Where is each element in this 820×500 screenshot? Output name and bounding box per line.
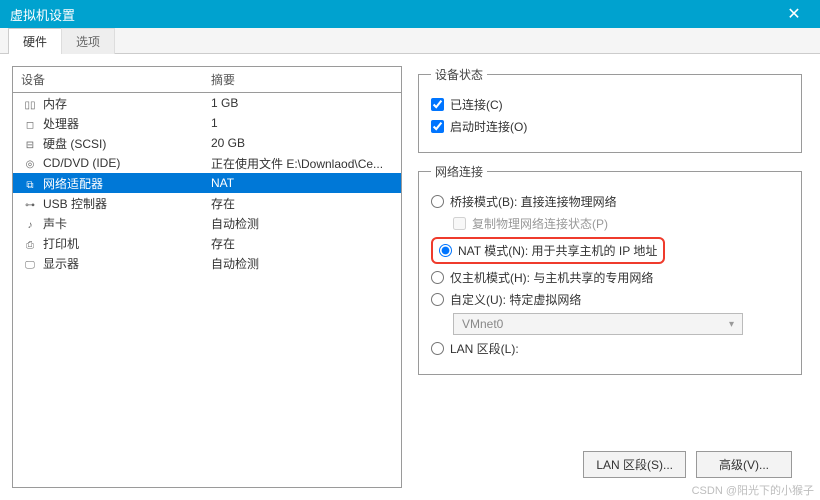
window-title: 虚拟机设置 <box>10 5 75 24</box>
advanced-button[interactable]: 高级(V)... <box>696 451 792 478</box>
network-connection-group: 网络连接 桥接模式(B): 直接连接物理网络 复制物理网络连接状态(P) NAT… <box>418 163 802 375</box>
device-summary: 自动检测 <box>203 251 401 276</box>
usb-icon: ⊶ <box>21 200 39 211</box>
chevron-down-icon: ▾ <box>729 319 734 330</box>
bridged-label: 桥接模式(B): 直接连接物理网络 <box>450 193 617 210</box>
nat-input[interactable] <box>439 244 452 257</box>
connect-at-power-input[interactable] <box>431 120 444 133</box>
device-name: 处理器 <box>43 117 79 131</box>
device-name: 网络适配器 <box>43 177 103 191</box>
lan-segment-label: LAN 区段(L): <box>450 340 519 357</box>
connected-label: 已连接(C) <box>450 96 503 113</box>
tab-options[interactable]: 选项 <box>61 28 115 54</box>
column-device: 设备 <box>13 67 203 92</box>
column-summary: 摘要 <box>203 67 401 92</box>
device-name: USB 控制器 <box>43 197 107 211</box>
disc-icon: ◎ <box>21 159 39 170</box>
close-icon[interactable]: ✕ <box>778 4 810 24</box>
device-name: 打印机 <box>43 237 79 251</box>
device-status-legend: 设备状态 <box>431 66 487 83</box>
lan-segment-radio[interactable]: LAN 区段(L): <box>431 340 789 357</box>
display-icon: 🖵 <box>21 260 39 271</box>
network-connection-legend: 网络连接 <box>431 163 487 180</box>
printer-icon: ⎙ <box>21 240 39 251</box>
network-icon: ⧉ <box>21 180 39 191</box>
sound-icon: ♪ <box>21 220 39 231</box>
replicate-input <box>453 217 466 230</box>
hostonly-input[interactable] <box>431 271 444 284</box>
device-name: CD/DVD (IDE) <box>43 156 120 170</box>
cpu-icon: ◻ <box>21 120 39 131</box>
vmnet-value: VMnet0 <box>462 317 503 331</box>
lan-segment-input[interactable] <box>431 342 444 355</box>
vmnet-select: VMnet0 ▾ <box>453 313 743 335</box>
nat-label: NAT 模式(N): 用于共享主机的 IP 地址 <box>458 242 657 259</box>
device-summary: 1 <box>203 112 401 134</box>
replicate-label: 复制物理网络连接状态(P) <box>472 215 608 232</box>
bridged-radio[interactable]: 桥接模式(B): 直接连接物理网络 <box>431 193 789 210</box>
device-summary: 1 GB <box>203 93 401 114</box>
device-row[interactable]: 🖵 显示器 自动检测 <box>13 253 401 273</box>
device-name: 声卡 <box>43 217 67 231</box>
custom-label: 自定义(U): 特定虚拟网络 <box>450 291 581 308</box>
lan-segments-button[interactable]: LAN 区段(S)... <box>583 451 686 478</box>
device-status-group: 设备状态 已连接(C) 启动时连接(O) <box>418 66 802 153</box>
hostonly-label: 仅主机模式(H): 与主机共享的专用网络 <box>450 269 653 286</box>
disk-icon: ⊟ <box>21 140 39 151</box>
memory-icon: ▯▯ <box>21 100 39 111</box>
device-list: 设备 摘要 ▯▯内存1 GB◻处理器1⊟硬盘 (SCSI)20 GB◎CD/DV… <box>12 66 402 488</box>
watermark: CSDN @阳光下的小猴子 <box>692 482 814 498</box>
custom-radio[interactable]: 自定义(U): 特定虚拟网络 <box>431 291 789 308</box>
device-name: 显示器 <box>43 257 79 271</box>
connected-checkbox[interactable]: 已连接(C) <box>431 96 789 113</box>
connect-at-power-checkbox[interactable]: 启动时连接(O) <box>431 118 789 135</box>
device-name: 硬盘 (SCSI) <box>43 137 106 151</box>
connected-input[interactable] <box>431 98 444 111</box>
custom-input[interactable] <box>431 293 444 306</box>
nat-highlight: NAT 模式(N): 用于共享主机的 IP 地址 <box>431 237 665 264</box>
bridged-input[interactable] <box>431 195 444 208</box>
nat-radio[interactable]: NAT 模式(N): 用于共享主机的 IP 地址 <box>439 242 657 259</box>
replicate-checkbox: 复制物理网络连接状态(P) <box>453 215 789 232</box>
device-name: 内存 <box>43 97 67 111</box>
hostonly-radio[interactable]: 仅主机模式(H): 与主机共享的专用网络 <box>431 269 789 286</box>
tab-hardware[interactable]: 硬件 <box>8 28 62 54</box>
connect-at-power-label: 启动时连接(O) <box>450 118 527 135</box>
